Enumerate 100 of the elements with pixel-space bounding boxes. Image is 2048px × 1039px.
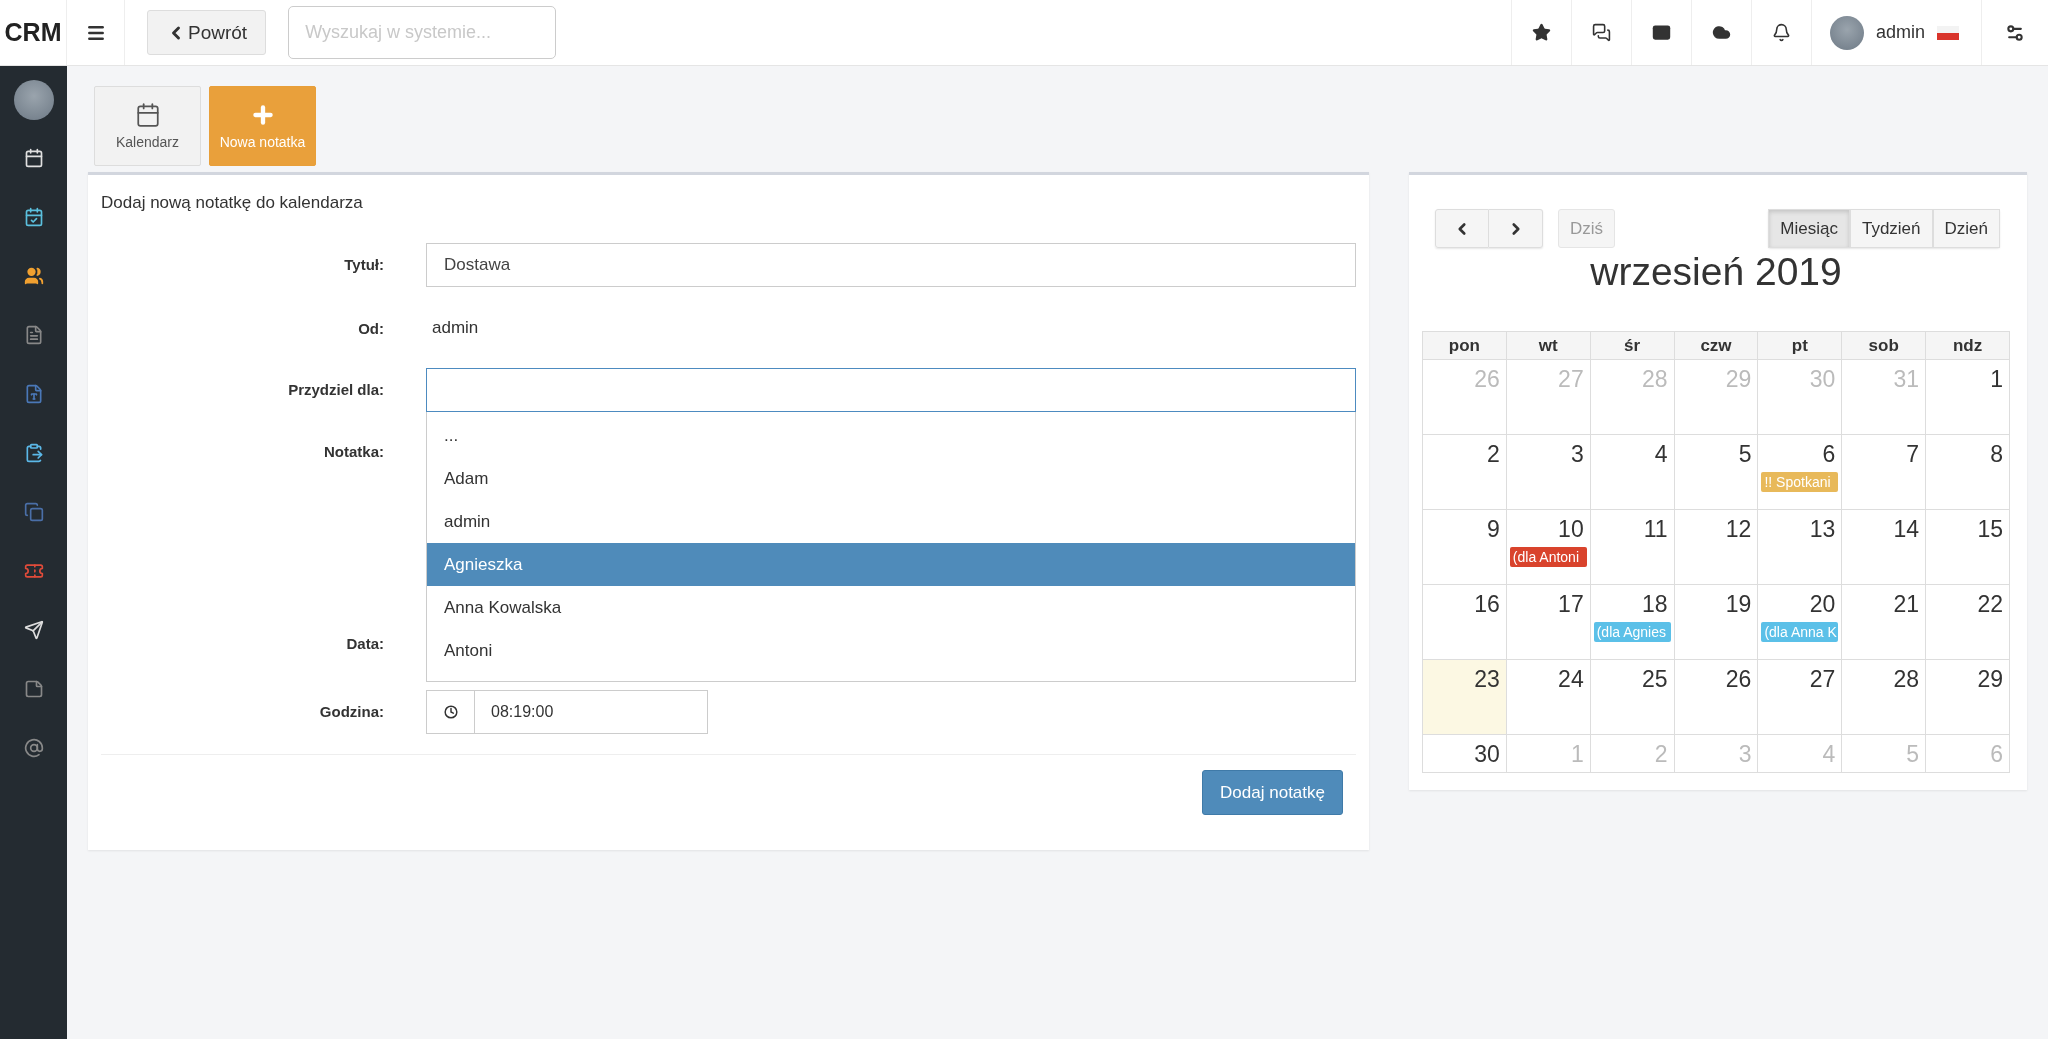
day-cell[interactable]: 24 xyxy=(1506,660,1591,735)
day-number: 3 xyxy=(1569,440,1585,468)
from-value: admin xyxy=(431,317,480,339)
day-number: 17 xyxy=(1557,590,1585,618)
field-label: Przydziel dla: xyxy=(287,380,384,398)
day-cell[interactable]: 12 xyxy=(1674,510,1759,585)
day-number: 26 xyxy=(1724,665,1753,693)
time-field[interactable]: 08:19:00 xyxy=(426,690,708,734)
day-number: 29 xyxy=(1976,665,2004,693)
day-cell[interactable]: 7 xyxy=(1842,435,1927,510)
day-cell[interactable]: 13 xyxy=(1758,510,1843,585)
avatar[interactable] xyxy=(1829,15,1864,50)
day-number: 4 xyxy=(1653,440,1669,468)
day-number: 26 xyxy=(1473,365,1501,393)
day-number: 1 xyxy=(1989,365,2004,393)
day-cell[interactable]: 28 xyxy=(1842,660,1927,735)
day-cell[interactable]: 26 xyxy=(1674,660,1759,735)
weekday-header: pt xyxy=(1758,332,1843,360)
title-input[interactable]: Dostawa xyxy=(426,243,1356,287)
day-number: 19 xyxy=(1724,590,1753,618)
day-cell[interactable]: 9 xyxy=(1423,510,1507,585)
day-number: 29 xyxy=(1724,365,1753,393)
day-number: 22 xyxy=(1976,590,2004,618)
day-cell[interactable]: 15 xyxy=(1926,510,2010,585)
day-number: 14 xyxy=(1892,515,1921,543)
day-cell[interactable]: 23 xyxy=(1423,660,1507,735)
day-cell[interactable]: 4 xyxy=(1590,435,1675,510)
day-number: 25 xyxy=(1640,665,1669,693)
dropdown-option[interactable]: Agnieszka xyxy=(427,543,1355,586)
day-number: 20 xyxy=(1808,590,1837,618)
day-number: 2 xyxy=(1486,440,1501,468)
day-number: 12 xyxy=(1724,515,1753,543)
add-note-button[interactable]: Dodaj notatkę xyxy=(1202,770,1343,815)
view-tab[interactable]: Miesiąc xyxy=(1768,209,1850,248)
day-cell[interactable]: 3 xyxy=(1506,435,1591,510)
day-number: 1 xyxy=(1569,740,1585,768)
day-number: 16 xyxy=(1473,590,1501,618)
day-cell[interactable]: 11 xyxy=(1590,510,1675,585)
day-number: 8 xyxy=(1989,440,2004,468)
day-cell[interactable]: 19 xyxy=(1674,585,1759,660)
day-cell[interactable]: 21 xyxy=(1842,585,1927,660)
day-cell[interactable]: 10 (dla Antoni xyxy=(1506,510,1591,585)
day-number: 9 xyxy=(1486,515,1501,543)
day-cell[interactable]: 1 xyxy=(1926,360,2010,435)
day-cell[interactable]: 16 xyxy=(1423,585,1507,660)
day-cell[interactable]: 27 xyxy=(1758,660,1843,735)
day-number: 30 xyxy=(1808,365,1837,393)
day-number: 11 xyxy=(1642,515,1669,543)
avatar[interactable] xyxy=(13,80,54,120)
day-cell[interactable]: 8 xyxy=(1926,435,2010,510)
field-label: Od: xyxy=(357,319,384,337)
day-number: 24 xyxy=(1557,665,1585,693)
day-number: 28 xyxy=(1640,365,1669,393)
calendar-button[interactable]: Kalendarz xyxy=(94,86,201,166)
field-label: Notatka: xyxy=(323,442,384,460)
day-number: 15 xyxy=(1976,515,2004,543)
weekday-header: czw xyxy=(1674,332,1759,360)
form-title: Dodaj nową notatkę do kalendarza xyxy=(100,192,364,214)
field-label: Data: xyxy=(345,634,384,652)
calendar-icon xyxy=(134,102,161,128)
day-cell[interactable]: 17 xyxy=(1506,585,1591,660)
day-cell[interactable]: 14 xyxy=(1842,510,1927,585)
day-cell[interactable]: 18 (dla Agnies xyxy=(1590,585,1675,660)
day-number: 10 xyxy=(1557,515,1585,543)
day-number: 5 xyxy=(1737,440,1753,468)
previous-button[interactable] xyxy=(1435,209,1489,248)
day-number: 21 xyxy=(1892,590,1921,618)
day-cell[interactable]: 2 xyxy=(1423,435,1507,510)
calendar-event[interactable]: (dla Antoni xyxy=(1509,547,1587,567)
field-label: Tytuł: xyxy=(343,255,384,273)
day-number: 6 xyxy=(1821,440,1837,468)
day-cell[interactable]: 25 xyxy=(1590,660,1675,735)
day-cell[interactable]: 30 xyxy=(1423,735,1507,773)
field-label: Godzina: xyxy=(318,702,384,720)
day-number: 2 xyxy=(1653,740,1669,768)
flag-icon xyxy=(1937,25,1959,40)
day-number: 27 xyxy=(1808,665,1837,693)
day-number: 7 xyxy=(1905,440,1921,468)
weekday-header: śr xyxy=(1590,332,1675,360)
day-cell[interactable]: 29 xyxy=(1926,660,2010,735)
weekday-header: wt xyxy=(1506,332,1591,360)
assign-select[interactable] xyxy=(426,368,1356,412)
view-tab[interactable]: Dzień xyxy=(1932,209,2000,248)
calendar-title: wrzesień 2019 xyxy=(1589,250,1843,294)
back-button[interactable]: Powrót xyxy=(147,10,267,55)
day-cell[interactable]: 5 xyxy=(1674,435,1759,510)
user-name[interactable]: admin xyxy=(1875,22,1925,43)
day-number: 18 xyxy=(1640,590,1669,618)
view-tab[interactable]: Tydzień xyxy=(1849,209,1933,248)
day-cell[interactable]: 20 (dla Anna K xyxy=(1758,585,1843,660)
day-number: 6 xyxy=(1989,740,2004,768)
day-number: 27 xyxy=(1557,365,1585,393)
day-number: 28 xyxy=(1892,665,1921,693)
day-number: 13 xyxy=(1808,515,1837,543)
day-number: 30 xyxy=(1473,740,1501,768)
day-cell[interactable]: 22 xyxy=(1926,585,2010,660)
day-cell[interactable]: 6 !! Spotkani xyxy=(1758,435,1843,510)
clock-icon xyxy=(443,705,458,719)
day-number: 4 xyxy=(1821,740,1837,768)
next-button[interactable] xyxy=(1489,209,1543,248)
